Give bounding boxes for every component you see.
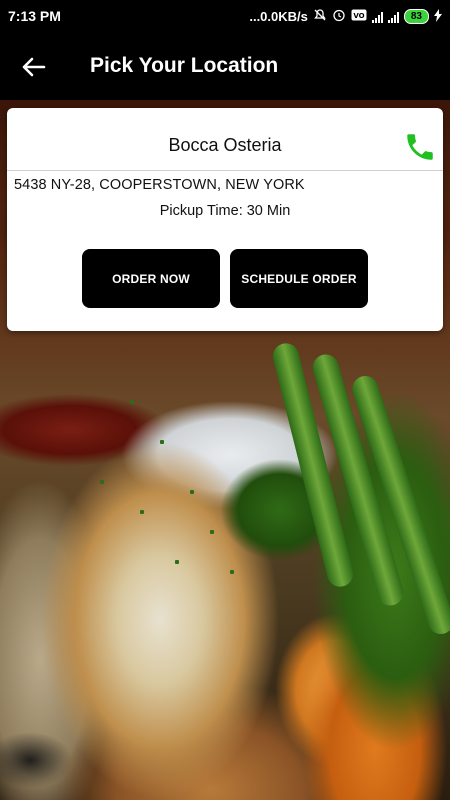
screen: 7:13 PM ...0.0KB/s VO 83 Pick Your Locat… <box>0 0 450 800</box>
mute-bell-icon <box>313 8 327 25</box>
charging-icon <box>434 8 442 25</box>
status-bar: 7:13 PM ...0.0KB/s VO 83 <box>0 0 450 34</box>
restaurant-address: 5438 NY-28, COOPERSTOWN, NEW YORK <box>14 177 305 193</box>
card-header: Bocca Osteria <box>7 108 443 171</box>
phone-icon <box>407 134 433 160</box>
signal-strength-icon-2 <box>387 11 399 23</box>
back-button[interactable] <box>18 52 48 82</box>
call-button[interactable] <box>403 130 437 164</box>
svg-text:VO: VO <box>353 12 364 20</box>
restaurant-name: Bocca Osteria <box>168 135 282 155</box>
status-time: 7:13 PM <box>8 8 61 24</box>
page-title: Pick Your Location <box>90 54 279 77</box>
arrow-left-icon <box>22 57 46 77</box>
battery-icon: 83 <box>403 9 429 24</box>
order-now-button[interactable]: ORDER NOW <box>82 249 220 308</box>
signal-strength-icon <box>371 11 383 23</box>
schedule-order-button[interactable]: SCHEDULE ORDER <box>230 249 368 308</box>
status-icons: ...0.0KB/s VO 83 <box>249 8 442 25</box>
volte-icon: VO <box>351 9 367 24</box>
location-card: Bocca Osteria 5438 NY-28, COOPERSTOWN, N… <box>7 108 443 331</box>
app-bar: Pick Your Location <box>0 34 450 100</box>
alarm-icon <box>332 8 346 25</box>
network-speed: ...0.0KB/s <box>249 9 308 24</box>
pickup-time: Pickup Time: 30 Min <box>159 203 291 219</box>
